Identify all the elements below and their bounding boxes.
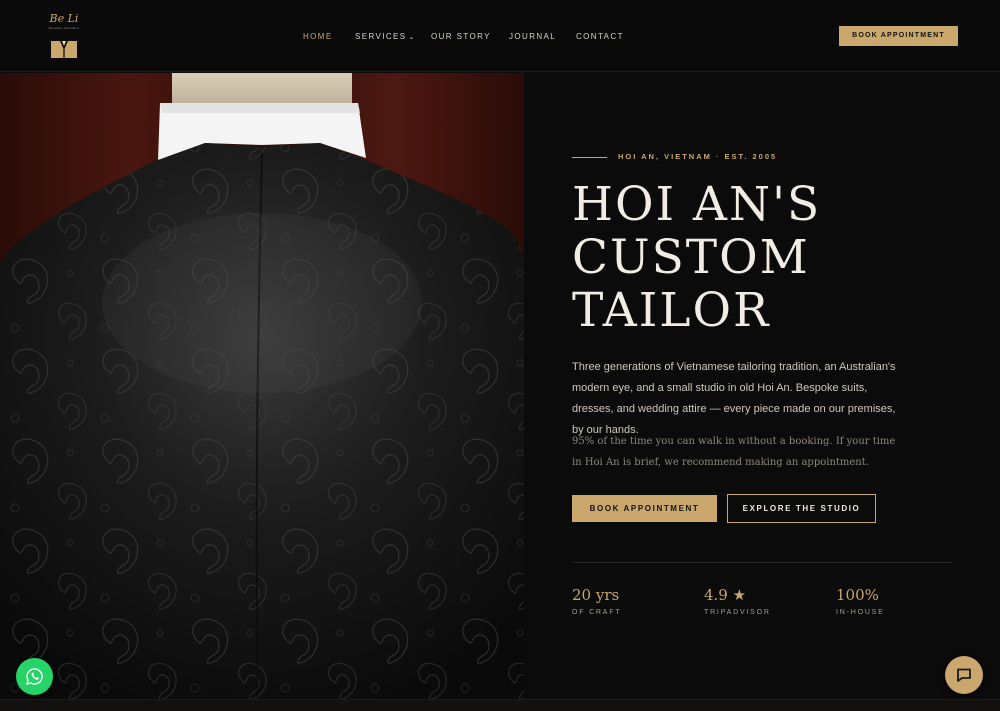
whatsapp-button[interactable]: [16, 658, 53, 695]
nav-journal[interactable]: JOURNAL: [509, 32, 556, 41]
hero-booking-note: 95% of the time you can walk in without …: [572, 436, 896, 468]
stat-label: IN-HOUSE: [836, 609, 885, 616]
book-appointment-header-button[interactable]: BOOK APPOINTMENT: [839, 26, 958, 46]
hero-jacket-image: [0, 73, 524, 699]
stat-craft: 20 yrs OF CRAFT: [572, 585, 692, 616]
nav-services[interactable]: SERVICES ⌄: [355, 32, 416, 41]
logo-tagline: Bespoke Specialist: [48, 26, 80, 30]
nav-services-label: SERVICES: [355, 32, 407, 41]
stat-label: TRIPADVISOR: [704, 609, 771, 616]
chat-bubble-icon: [957, 668, 971, 682]
stat-in-house: 100% IN-HOUSE: [836, 585, 956, 616]
page: Be Li Bespoke Specialist HOME SERVICES ⌄ …: [0, 0, 1000, 711]
hero-title-line-2: CUSTOM: [572, 230, 810, 285]
stat-value: 100%: [836, 586, 879, 604]
eyebrow-text: HOI AN, VIETNAM · EST. 2005: [618, 152, 778, 161]
whatsapp-icon: [25, 668, 43, 686]
suit-logo-icon: [51, 41, 77, 58]
eyebrow-divider-line: [572, 157, 607, 158]
hero-description: Three generations of Vietnamese tailorin…: [572, 361, 896, 436]
chevron-down-icon: ⌄: [408, 34, 416, 41]
logo-script-text: Be Li: [49, 12, 79, 25]
stat-tripadvisor: 4.9 ★ TRIPADVISOR: [704, 585, 824, 616]
site-header: Be Li Bespoke Specialist HOME SERVICES ⌄ …: [0, 0, 1000, 72]
chat-button[interactable]: [945, 656, 983, 694]
stat-value: 20 yrs: [572, 586, 620, 604]
logo[interactable]: Be Li Bespoke Specialist: [44, 12, 84, 60]
nav-our-story[interactable]: OUR STORY: [431, 32, 491, 41]
jacket-photo-illustration: [0, 73, 524, 699]
stat-label: OF CRAFT: [572, 609, 622, 616]
hero-title: HOI AN'S CUSTOM TAILOR: [572, 178, 972, 337]
nav-contact[interactable]: CONTACT: [576, 32, 624, 41]
stats-divider: [572, 562, 952, 563]
stat-value: 4.9 ★: [704, 586, 747, 604]
explore-studio-button[interactable]: EXPLORE THE STUDIO: [727, 494, 876, 523]
hero-title-line-1: HOI AN'S: [572, 177, 822, 232]
nav-home[interactable]: HOME: [303, 32, 333, 41]
book-appointment-button[interactable]: BOOK APPOINTMENT: [572, 495, 717, 522]
next-section-edge: [0, 699, 1000, 711]
hero-title-line-3: TAILOR: [572, 283, 771, 338]
